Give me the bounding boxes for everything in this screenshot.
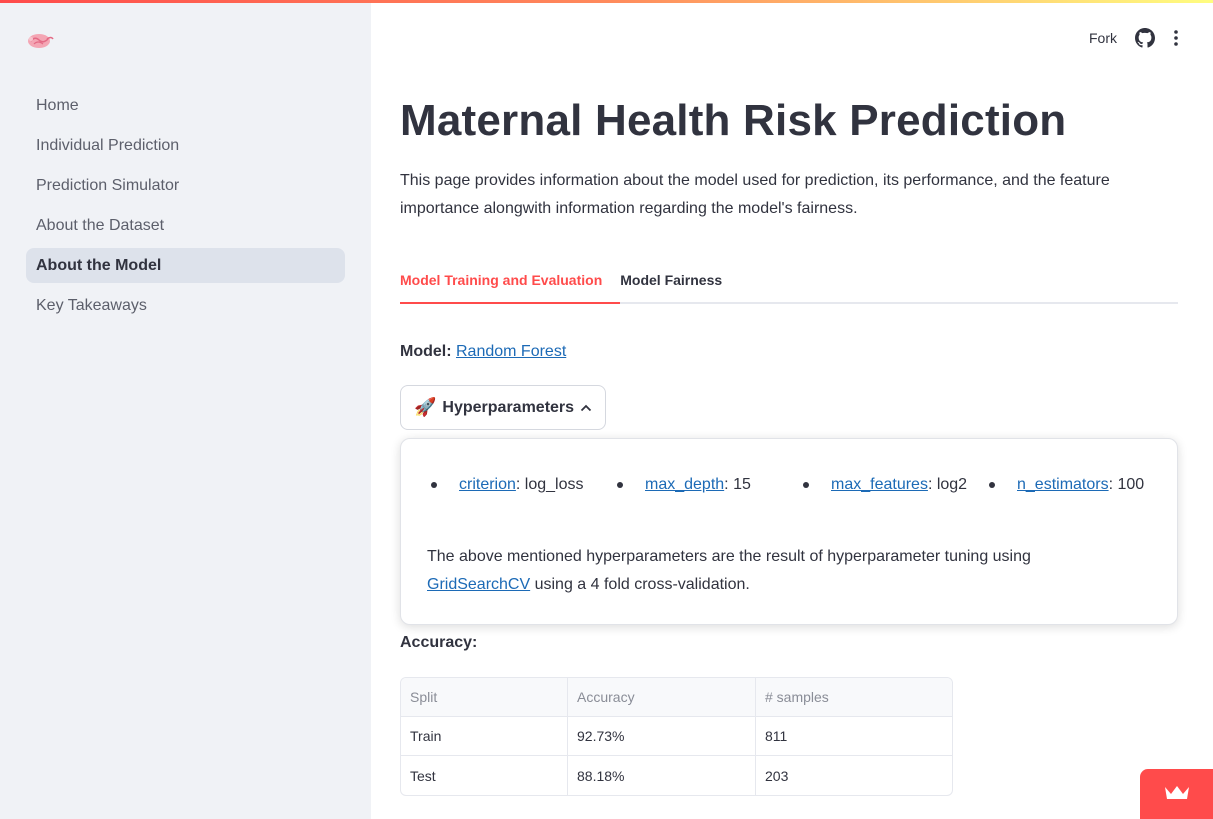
- rocket-icon: 🚀: [414, 397, 437, 417]
- header-actions: Fork: [1089, 28, 1179, 48]
- gridsearchcv-link[interactable]: GridSearchCV: [427, 576, 530, 593]
- hyperparameter-max-features: max_features: log2: [799, 471, 985, 499]
- hyperparameter-n-estimators: n_estimators: 100: [985, 471, 1155, 499]
- n-estimators-link[interactable]: n_estimators: [1017, 476, 1109, 493]
- hosted-badge[interactable]: [1140, 769, 1213, 819]
- intro-text: This page provides information about the…: [400, 172, 1110, 217]
- tab-bar: Model Training and Evaluation Model Fair…: [400, 264, 1178, 304]
- kebab-menu-icon[interactable]: [1173, 29, 1179, 47]
- page-title: Maternal Health Risk Prediction: [400, 96, 1067, 145]
- chevron-up-icon: [580, 399, 592, 417]
- tab-model-training-evaluation[interactable]: Model Training and Evaluation: [400, 264, 621, 304]
- table-cell: Test: [401, 756, 568, 795]
- accuracy-table: Split Accuracy # samples Train 92.73% 81…: [400, 677, 953, 796]
- table-cell: 92.73%: [568, 717, 756, 756]
- column-header-split[interactable]: Split: [401, 678, 568, 717]
- column-header-accuracy[interactable]: Accuracy: [568, 678, 756, 717]
- random-forest-link[interactable]: Random Forest: [456, 343, 566, 360]
- hyperparameter-list: criterion: log_loss max_depth: 15 max_fe…: [427, 471, 1155, 499]
- crown-icon: [1163, 783, 1191, 806]
- model-label: Model:: [400, 343, 452, 360]
- n-estimators-value: : 100: [1108, 476, 1145, 493]
- max-depth-link[interactable]: max_depth: [645, 476, 724, 493]
- sidebar-item-individual-prediction[interactable]: Individual Prediction: [26, 128, 345, 163]
- sidebar-nav: Home Individual Prediction Prediction Si…: [26, 88, 345, 328]
- placenta-logo-icon: [26, 30, 54, 52]
- sidebar-item-home[interactable]: Home: [26, 88, 345, 123]
- table-cell: 203: [765, 767, 789, 784]
- sidebar-item-prediction-simulator[interactable]: Prediction Simulator: [26, 168, 345, 203]
- hyperparameter-max-depth: max_depth: 15: [613, 471, 799, 499]
- column-header-samples[interactable]: # samples: [756, 678, 952, 717]
- hyperparameter-note: The above mentioned hyperparameters are …: [427, 543, 1127, 599]
- hyperparameters-panel: criterion: log_loss max_depth: 15 max_fe…: [400, 438, 1178, 625]
- sidebar-item-about-dataset[interactable]: About the Dataset: [26, 208, 345, 243]
- top-decoration-stripe: [0, 0, 1213, 3]
- sidebar: Home Individual Prediction Prediction Si…: [0, 0, 371, 819]
- accuracy-heading: Accuracy:: [400, 634, 478, 651]
- table-row: Train 92.73% 811: [401, 717, 952, 756]
- note-text-before: The above mentioned hyperparameters are …: [427, 548, 1031, 565]
- criterion-value: : log_loss: [515, 476, 584, 493]
- table-cell: 88.18%: [568, 756, 756, 795]
- fork-button[interactable]: Fork: [1089, 30, 1117, 46]
- table-row: Test 88.18% 203: [401, 756, 952, 795]
- table-cell: Train: [401, 717, 568, 756]
- github-icon[interactable]: [1135, 28, 1155, 48]
- max-features-value: : log2: [927, 476, 968, 493]
- sidebar-item-about-model[interactable]: About the Model: [26, 248, 345, 283]
- sidebar-item-key-takeaways[interactable]: Key Takeaways: [26, 288, 345, 323]
- criterion-link[interactable]: criterion: [459, 476, 516, 493]
- note-text-after: using a 4 fold cross-validation.: [530, 576, 750, 593]
- hyperparameter-criterion: criterion: log_loss: [427, 471, 613, 499]
- table-header-row: Split Accuracy # samples: [401, 678, 952, 717]
- max-depth-value: : 15: [724, 476, 751, 493]
- max-features-link[interactable]: max_features: [831, 476, 928, 493]
- hyperparameters-expander[interactable]: 🚀 Hyperparameters: [400, 385, 607, 430]
- model-line: Model: Random Forest: [400, 343, 566, 361]
- expander-label: Hyperparameters: [442, 398, 575, 416]
- table-cell: 811: [756, 717, 952, 756]
- tab-model-fairness[interactable]: Model Fairness: [620, 264, 740, 304]
